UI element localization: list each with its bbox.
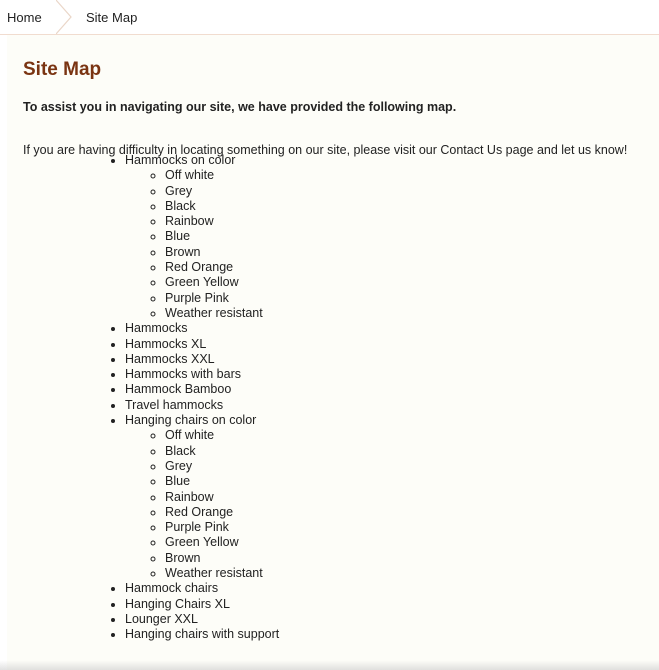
sitemap-item: Hammocks on colorOff white GreyBlackRainb… [125,153,279,321]
sitemap-sublink[interactable]: Weather resistant [165,306,263,320]
sitemap-sublink[interactable]: Rainbow [165,490,214,504]
sitemap-item: Hammocks XXL [125,352,279,367]
sitemap-link[interactable]: Hammocks on color [125,153,235,167]
sitemap-sublink[interactable]: Green Yellow [165,275,239,289]
breadcrumb-separator-icon [56,0,72,34]
sitemap-subitem: Blue [165,474,279,489]
page-title: Site Map [23,59,102,80]
sitemap-item: Lounger XXL [125,612,279,627]
sitemap-subitem: Weather resistant [165,306,279,321]
sitemap-link[interactable]: Hammock Bamboo [125,382,231,396]
sitemap-link[interactable]: Hanging Chairs XL [125,597,230,611]
sitemap-subitem: Red Orange [165,260,279,275]
sitemap-item: Travel hammocks [125,398,279,413]
sitemap-subitem: Rainbow [165,214,279,229]
sitemap-subitem: Red Orange [165,505,279,520]
sitemap-item: Hanging chairs on colorOff whiteBlackGre… [125,413,279,581]
sitemap-sublink[interactable]: Grey [165,184,192,198]
sitemap-subitem: Grey [165,459,279,474]
sitemap-sublink[interactable]: Black [165,444,196,458]
help-text-after: page and let us know! [502,143,628,157]
sitemap-subitem: Blue [165,229,279,244]
sitemap-sublink[interactable]: Brown [165,551,200,565]
sitemap-item: Hanging chairs with support [125,627,279,642]
sitemap-item: Hammocks XL [125,337,279,352]
sitemap-subitem: Purple Pink [165,291,279,306]
sitemap-item: Hammock Bamboo [125,382,279,397]
sitemap-item: Hammock chairs [125,581,279,596]
sitemap-subitem: Weather resistant [165,566,279,581]
sitemap-subitem: Off white [165,428,279,443]
sitemap-subitem: Green Yellow [165,275,279,290]
sitemap-subitem: Grey [165,184,279,199]
sitemap-sublink[interactable]: Grey [165,459,192,473]
sitemap-sublink[interactable]: Off white [165,428,214,442]
contact-us-link[interactable]: Contact Us [440,143,502,157]
sitemap-subitem: Purple Pink [165,520,279,535]
sitemap-subitem: Rainbow [165,490,279,505]
breadcrumb: Home Site Map [0,0,659,35]
sitemap-sublink[interactable]: Blue [165,229,190,243]
sitemap-subitem: Green Yellow [165,535,279,550]
sitemap-subitem: Brown [165,245,279,260]
sitemap-list: Hammocks on colorOff whiteGreyBlackRainb… [0,153,279,643]
sitemap-sublink[interactable]: Purple Pink [165,520,229,534]
sitemap-sublink[interactable]: Black [165,199,196,213]
breadcrumb-current: Site Map [86,10,138,25]
sitemap-sublink[interactable]: Red Orange [165,260,233,274]
sitemap-link[interactable]: Hammocks XL [125,337,206,351]
sitemap-sublink[interactable]: Brown [165,245,200,259]
sitemap-sublink[interactable]: Off white [165,168,214,182]
sitemap-sublist: Off white BlackGreyBlue RainbowRed OrangeP… [125,428,279,581]
sitemap-subitem: Brown [165,551,279,566]
sitemap-sublink[interactable]: Green Yellow [165,535,239,549]
sitemap-link[interactable]: Hammocks XXL [125,352,215,366]
sitemap-subitem: Black [165,444,279,459]
sitemap-item: Hanging Chairs XL [125,597,279,612]
sitemap-subitem: Black [165,199,279,214]
sitemap-sublink[interactable]: Rainbow [165,214,214,228]
sitemap-link[interactable]: Hammock chairs [125,581,218,595]
sitemap-item: Hammocks with bars [125,367,279,382]
breadcrumb-home-link[interactable]: Home [7,10,42,25]
sitemap-sublist: Off white GreyBlackRainbowBlue BrownRed Or… [125,168,279,321]
sitemap-sublink[interactable]: Weather resistant [165,566,263,580]
sitemap-item: Hammocks [125,321,279,336]
sitemap-link[interactable]: Lounger XXL [125,612,198,626]
intro-heading: To assist you in navigating our site, we… [23,100,457,114]
sitemap-link[interactable]: Hanging chairs on color [125,413,256,427]
sitemap-sublink[interactable]: Red Orange [165,505,233,519]
sitemap-sublink[interactable]: Blue [165,474,190,488]
sitemap-link[interactable]: Travel hammocks [125,398,223,412]
sitemap-link[interactable]: Hammocks [125,321,188,335]
sitemap-sublink[interactable]: Purple Pink [165,291,229,305]
sitemap-subitem: Off white [165,168,279,183]
sitemap-link[interactable]: Hanging chairs with support [125,627,279,641]
sitemap-link[interactable]: Hammocks with bars [125,367,241,381]
bottom-fade [0,660,659,670]
